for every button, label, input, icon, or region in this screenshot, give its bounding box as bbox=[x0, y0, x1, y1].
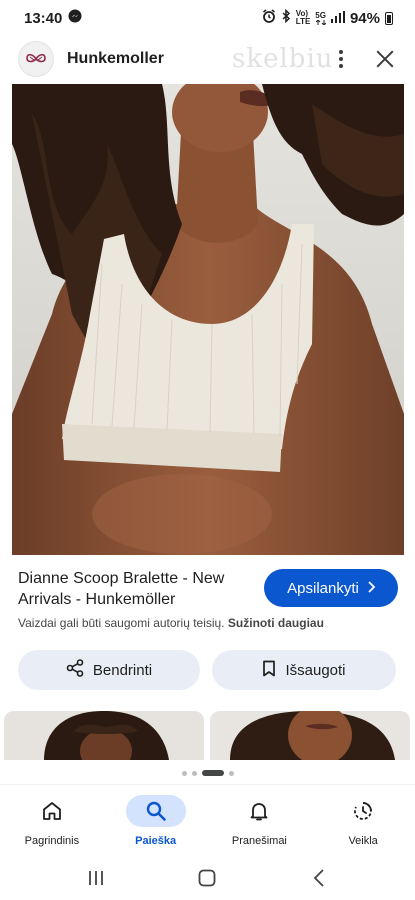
save-label: Išsaugoti bbox=[285, 661, 346, 679]
close-icon[interactable] bbox=[373, 47, 397, 71]
home-icon bbox=[22, 795, 82, 827]
status-right: Vo) LTE 5G 94% bbox=[262, 8, 393, 27]
network-generation: 5G bbox=[315, 10, 326, 20]
result-header: Hunkemoller skelbiu bbox=[0, 36, 415, 82]
bottom-navigation: Pagrindinis Paieška Pranešimai Veikla bbox=[0, 784, 415, 856]
battery-icon bbox=[385, 11, 393, 25]
pager-dot bbox=[191, 770, 197, 776]
share-icon bbox=[66, 659, 84, 681]
learn-more-link[interactable]: Sužinoti daugiau bbox=[228, 616, 324, 630]
site-logo-icon[interactable] bbox=[18, 41, 54, 77]
header-actions bbox=[331, 47, 397, 71]
volte-indicator: Vo) LTE bbox=[296, 10, 311, 26]
nav-label-search: Paieška bbox=[135, 835, 177, 847]
nav-label-activity: Veikla bbox=[348, 835, 378, 847]
network-indicator: 5G bbox=[315, 10, 326, 25]
bookmark-icon bbox=[262, 660, 276, 681]
nav-item-home[interactable]: Pagrindinis bbox=[0, 785, 104, 856]
related-image-2[interactable] bbox=[210, 711, 410, 760]
nav-item-notifications[interactable]: Pranešimai bbox=[208, 785, 312, 856]
more-options-icon[interactable] bbox=[331, 47, 351, 71]
volte-bottom: LTE bbox=[295, 17, 311, 26]
share-label: Bendrinti bbox=[92, 661, 153, 679]
share-button[interactable]: Bendrinti bbox=[18, 650, 200, 690]
battery-percent: 94% bbox=[349, 9, 380, 27]
copyright-notice: Vaizdai gali būti saugomi autorių teisių… bbox=[18, 616, 324, 630]
chevron-right-icon bbox=[367, 580, 376, 597]
messenger-icon bbox=[68, 9, 82, 27]
pager-dot bbox=[181, 770, 187, 776]
visit-label: Apsilankyti bbox=[287, 579, 359, 597]
related-image-1[interactable] bbox=[4, 711, 204, 760]
save-button[interactable]: Išsaugoti bbox=[212, 650, 396, 690]
product-photo bbox=[12, 84, 404, 555]
result-image[interactable] bbox=[12, 84, 404, 555]
nav-label-home: Pagrindinis bbox=[24, 835, 80, 847]
data-arrows-icon bbox=[315, 19, 326, 25]
status-bar: 13:40 Vo) LTE 5G 94% bbox=[0, 0, 415, 36]
visit-button[interactable]: Apsilankyti bbox=[264, 569, 398, 607]
status-left: 13:40 bbox=[24, 9, 82, 27]
bell-icon bbox=[229, 795, 289, 827]
system-navigation bbox=[0, 856, 415, 900]
signal-icon bbox=[330, 10, 345, 27]
copyright-text: Vaizdai gali būti saugomi autorių teisių… bbox=[18, 616, 225, 630]
back-icon[interactable] bbox=[299, 863, 339, 893]
pager-dot bbox=[228, 770, 234, 776]
pager-dot-active bbox=[201, 770, 224, 776]
bluetooth-icon bbox=[281, 8, 291, 27]
nav-label-notifications: Pranešimai bbox=[231, 835, 287, 847]
recent-apps-icon[interactable] bbox=[76, 863, 116, 893]
nav-item-activity[interactable]: Veikla bbox=[311, 785, 415, 856]
watermark-text: skelbiu bbox=[232, 44, 334, 74]
site-name[interactable]: Hunkemoller bbox=[67, 50, 164, 68]
nav-item-search[interactable]: Paieška bbox=[104, 785, 208, 856]
activity-icon bbox=[333, 795, 393, 827]
pager-dots bbox=[0, 770, 415, 776]
alarm-icon bbox=[262, 9, 276, 27]
home-button-icon[interactable] bbox=[187, 863, 227, 893]
result-title[interactable]: Dianne Scoop Bralette - New Arrivals - H… bbox=[18, 568, 256, 610]
status-time: 13:40 bbox=[24, 9, 63, 27]
search-icon bbox=[125, 795, 186, 827]
